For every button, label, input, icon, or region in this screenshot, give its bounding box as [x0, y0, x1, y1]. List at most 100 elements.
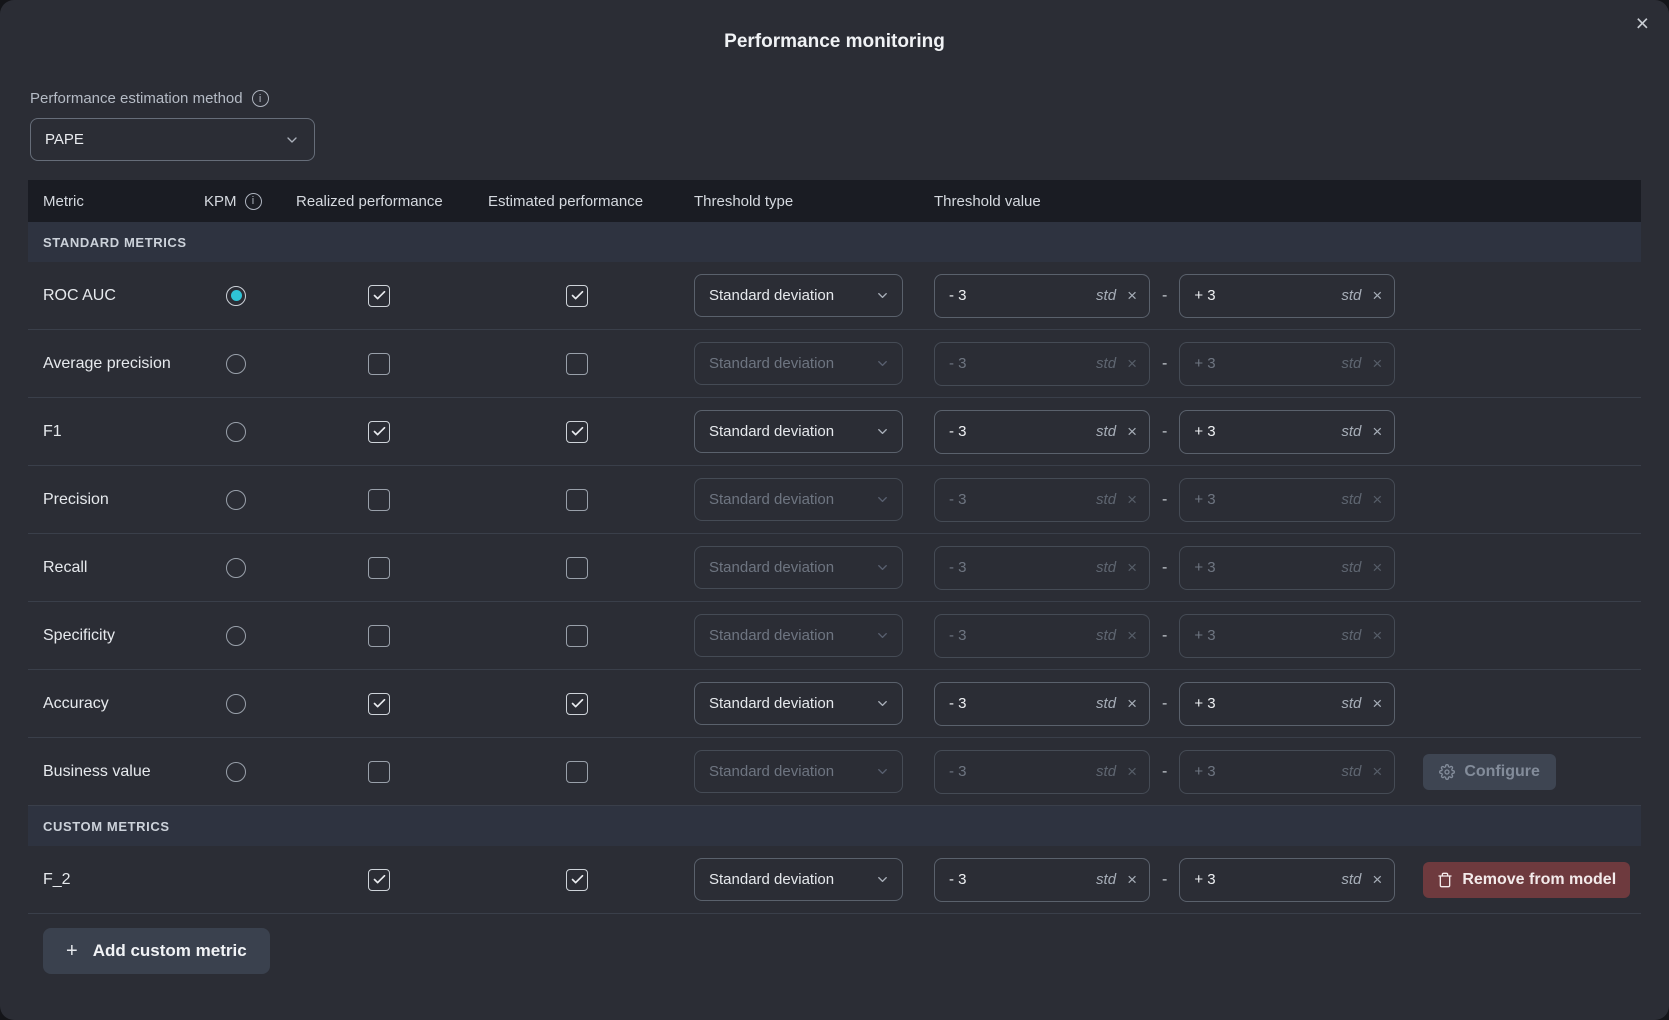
upper-threshold-input[interactable]: + 3std ×: [1179, 274, 1395, 318]
estimated-cell: [488, 846, 684, 913]
lower-threshold-input[interactable]: - 3std×: [934, 858, 1150, 902]
clear-icon[interactable]: ×: [1372, 695, 1382, 712]
threshold-type-cell: Standard deviation: [684, 398, 928, 465]
upper-threshold-input[interactable]: + 3std×: [1179, 682, 1395, 726]
estimated-checkbox[interactable]: [566, 557, 588, 579]
kpm-radio[interactable]: [226, 558, 246, 578]
realized-checkbox[interactable]: [368, 761, 390, 783]
lower-threshold-value: - 3: [949, 763, 1096, 780]
checkmark-icon: [570, 872, 585, 887]
close-icon[interactable]: ×: [1636, 12, 1649, 35]
upper-threshold-input: + 3std×: [1179, 750, 1395, 794]
clear-icon: ×: [1372, 559, 1382, 576]
realized-checkbox[interactable]: [368, 285, 390, 307]
threshold-range-dash: -: [1162, 695, 1167, 713]
estimated-checkbox[interactable]: [566, 869, 588, 891]
realized-cell: [296, 262, 488, 329]
remove-from-model-button[interactable]: Remove from model: [1423, 862, 1630, 898]
estimated-checkbox[interactable]: [566, 489, 588, 511]
realized-checkbox[interactable]: [368, 489, 390, 511]
kpm-radio[interactable]: [226, 354, 246, 374]
kpm-radio[interactable]: [226, 626, 246, 646]
realized-cell: [296, 398, 488, 465]
kpm-radio[interactable]: [226, 694, 246, 714]
kpm-cell: [178, 466, 296, 533]
estimated-cell: [488, 330, 684, 397]
table-row: F_2Standard deviation- 3std×-+ 3std×Remo…: [28, 846, 1641, 914]
std-unit-label: std: [1096, 627, 1116, 644]
threshold-range-dash: -: [1162, 355, 1167, 373]
chevron-down-icon: [875, 492, 890, 507]
threshold-range-dash: -: [1162, 491, 1167, 509]
threshold-value-cell: - 3std×- + 3std ×: [928, 262, 1641, 329]
checkmark-icon: [570, 288, 585, 303]
threshold-type-select: Standard deviation: [694, 546, 903, 589]
clear-icon[interactable]: ×: [1127, 423, 1137, 440]
estimated-checkbox[interactable]: [566, 353, 588, 375]
estimated-checkbox[interactable]: [566, 761, 588, 783]
clear-icon[interactable]: ×: [1372, 871, 1382, 888]
metric-name: Precision: [28, 491, 109, 509]
realized-checkbox[interactable]: [368, 869, 390, 891]
kpm-radio[interactable]: [226, 422, 246, 442]
lower-threshold-input: - 3std×: [934, 342, 1150, 386]
gear-icon: [1439, 764, 1455, 780]
chevron-down-icon: [875, 424, 890, 439]
realized-cell: [296, 846, 488, 913]
threshold-type-select[interactable]: Standard deviation: [694, 410, 903, 453]
lower-threshold-input[interactable]: - 3std×: [934, 410, 1150, 454]
upper-threshold-value: + 3: [1194, 559, 1341, 576]
info-icon[interactable]: i: [252, 90, 269, 107]
checkmark-icon: [372, 424, 387, 439]
add-custom-metric-label: Add custom metric: [93, 941, 247, 961]
std-unit-label: std: [1341, 287, 1361, 304]
threshold-type-cell: Standard deviation: [684, 466, 928, 533]
lower-threshold-value: - 3: [949, 355, 1096, 372]
metric-name: Accuracy: [28, 695, 109, 713]
realized-checkbox[interactable]: [368, 353, 390, 375]
threshold-type-select[interactable]: Standard deviation: [694, 682, 903, 725]
metric-cell: F_2: [28, 846, 178, 913]
kpm-radio[interactable]: [226, 762, 246, 782]
add-custom-metric-button[interactable]: + Add custom metric: [43, 928, 270, 974]
clear-icon[interactable]: ×: [1127, 871, 1137, 888]
threshold-type-select[interactable]: Standard deviation: [694, 274, 903, 317]
lower-threshold-input[interactable]: - 3std×: [934, 682, 1150, 726]
kpm-cell: [178, 738, 296, 805]
kpm-cell: [178, 330, 296, 397]
table-header-row: MetricKPMiRealized performanceEstimated …: [28, 180, 1641, 222]
realized-checkbox[interactable]: [368, 693, 390, 715]
estimated-checkbox[interactable]: [566, 693, 588, 715]
upper-threshold-input[interactable]: + 3std×: [1179, 410, 1395, 454]
threshold-inputs: - 3std×-+ 3std×: [934, 614, 1395, 658]
kpm-radio[interactable]: [226, 490, 246, 510]
estimated-cell: [488, 534, 684, 601]
clear-icon[interactable]: ×: [1372, 423, 1382, 440]
upper-threshold-input[interactable]: + 3std×: [1179, 858, 1395, 902]
upper-threshold-value: + 3: [1194, 287, 1341, 304]
metric-name: F_2: [28, 871, 71, 889]
clear-icon[interactable]: ×: [1127, 287, 1137, 304]
clear-icon: ×: [1127, 559, 1137, 576]
info-icon[interactable]: i: [245, 193, 262, 210]
clear-icon[interactable]: ×: [1127, 695, 1137, 712]
estimated-checkbox[interactable]: [566, 625, 588, 647]
threshold-range-dash: -: [1162, 287, 1167, 305]
realized-checkbox[interactable]: [368, 421, 390, 443]
checkmark-icon: [570, 696, 585, 711]
threshold-type-select[interactable]: Standard deviation: [694, 858, 903, 901]
estimated-checkbox[interactable]: [566, 285, 588, 307]
realized-checkbox[interactable]: [368, 557, 390, 579]
threshold-value-cell: - 3std×-+ 3std×Configure: [928, 738, 1641, 805]
lower-threshold-input[interactable]: - 3std×: [934, 274, 1150, 318]
lower-threshold-value: - 3: [949, 287, 1096, 304]
kpm-radio[interactable]: [226, 286, 246, 306]
estimated-checkbox[interactable]: [566, 421, 588, 443]
estimation-method-select[interactable]: PAPE: [30, 118, 315, 161]
threshold-value-cell: - 3std×-+ 3std×: [928, 466, 1641, 533]
threshold-inputs: - 3std×-+ 3std×: [934, 546, 1395, 590]
clear-icon[interactable]: ×: [1372, 287, 1382, 304]
estimation-method-block: Performance estimation method i PAPE: [30, 90, 1669, 161]
lower-threshold-value: - 3: [949, 559, 1096, 576]
realized-checkbox[interactable]: [368, 625, 390, 647]
